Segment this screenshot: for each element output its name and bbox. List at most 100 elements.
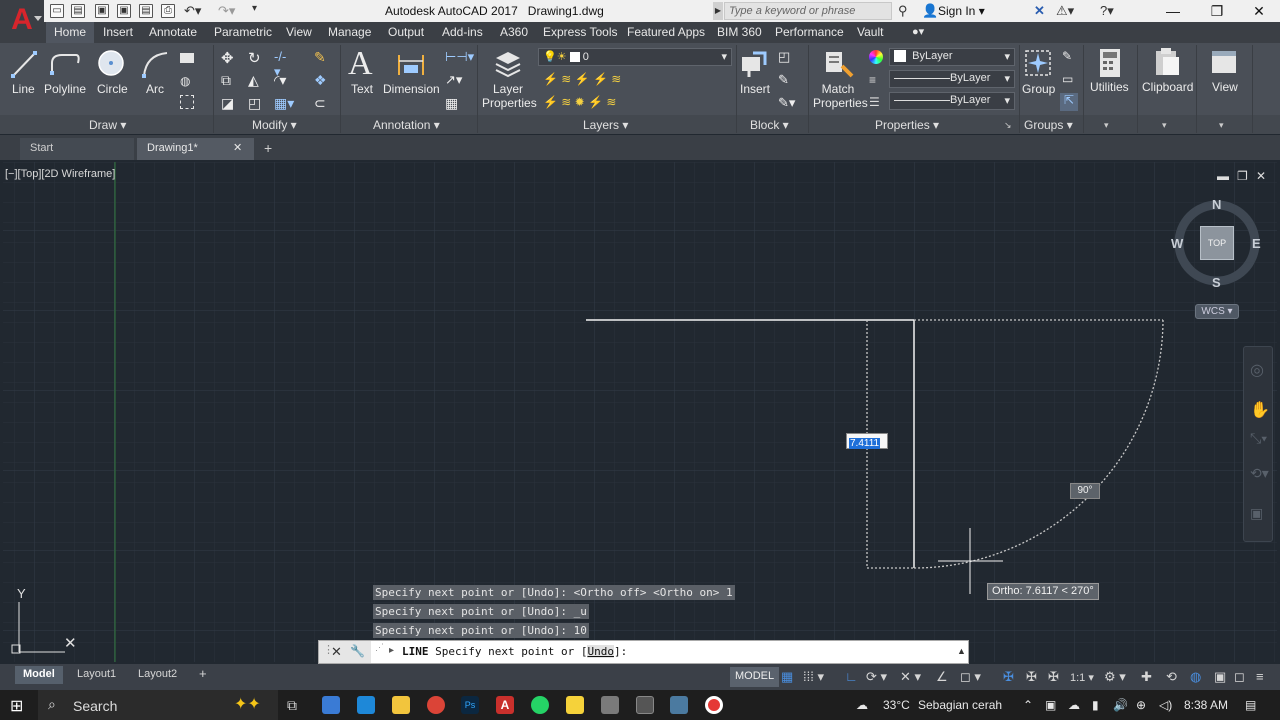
tab-performance[interactable]: Performance xyxy=(775,25,844,39)
utilities-button[interactable]: Utilities xyxy=(1090,80,1129,94)
object-snap-tracking-icon[interactable]: ∠ xyxy=(936,669,948,685)
group-select-icon[interactable]: ⇱ xyxy=(1060,93,1078,111)
arc-icon[interactable] xyxy=(140,49,170,79)
erase-icon[interactable]: ✎ xyxy=(314,49,328,65)
tab-featured-apps[interactable]: Featured Apps xyxy=(627,25,705,39)
zoom-extents-icon[interactable]: ⤡▾ xyxy=(1250,430,1267,447)
compass-west[interactable]: W xyxy=(1171,236,1183,251)
add-layout-icon[interactable]: + xyxy=(193,666,213,684)
match-properties-button[interactable]: Match Properties xyxy=(813,82,868,110)
group-button[interactable]: Group xyxy=(1022,82,1055,96)
command-history-toggle-icon[interactable]: ▲ xyxy=(957,646,966,656)
tab-addins[interactable]: Add-ins xyxy=(442,25,483,39)
dimension-button[interactable]: Dimension xyxy=(383,82,440,96)
open-web-icon[interactable]: ▤ xyxy=(139,4,153,18)
polar-toggle-icon[interactable]: ⟳ ▾ xyxy=(866,669,887,685)
compass-east[interactable]: E xyxy=(1252,236,1261,251)
tray-expand-icon[interactable]: ⌃ xyxy=(1023,698,1033,712)
layer-tools-row2-icon[interactable]: ⚡ ≋ ✹ ⚡ ≋ xyxy=(543,95,653,109)
fillet-icon[interactable]: ◜▾ xyxy=(274,72,288,88)
tab-output[interactable]: Output xyxy=(388,25,424,39)
scale-icon[interactable]: ◰ xyxy=(248,95,262,111)
circle-button[interactable]: Circle xyxy=(97,82,128,96)
notifications-icon[interactable]: ▤ xyxy=(1245,698,1256,712)
open-icon[interactable]: ▤ xyxy=(71,4,85,18)
wcs-menu[interactable]: WCS ▾ xyxy=(1195,304,1239,319)
search-expand-icon[interactable]: ▶ xyxy=(713,2,723,20)
tab-layout2[interactable]: Layout2 xyxy=(130,666,185,684)
tab-manage[interactable]: Manage xyxy=(328,25,371,39)
dimension-icon[interactable] xyxy=(396,51,426,77)
object-snap-icon[interactable]: ◻ ▾ xyxy=(960,669,981,685)
calculator-app-icon[interactable] xyxy=(636,696,654,714)
viewport-minimize-icon[interactable]: ▬ xyxy=(1217,169,1229,183)
remote-app-icon[interactable] xyxy=(670,696,688,714)
qa-dropdown-icon[interactable]: ▾ xyxy=(252,3,257,14)
orbit-icon[interactable]: ⟲▾ xyxy=(1250,465,1269,482)
trim-icon[interactable]: -/-▾ xyxy=(274,49,288,79)
viewport-controls[interactable]: [−][Top][2D Wireframe] xyxy=(5,168,115,180)
explode-icon[interactable]: ❖ xyxy=(314,72,328,88)
annotation-visibility-icon[interactable]: ✠ xyxy=(1003,669,1014,685)
rectangle-icon[interactable] xyxy=(180,53,194,63)
clipboard-button[interactable]: Clipboard xyxy=(1142,80,1193,94)
tab-bim360[interactable]: BIM 360 xyxy=(717,25,762,39)
view-button[interactable]: View xyxy=(1212,80,1238,94)
command-line[interactable]: ⋮ ✕ 🔧 ⋰ ▸ LINE Specify next point or [Un… xyxy=(318,640,969,664)
hatch-icon[interactable]: ◍ xyxy=(180,74,194,88)
line-button[interactable]: Line xyxy=(12,82,35,96)
close-tab-icon[interactable]: ✕ xyxy=(233,141,242,154)
help-icon[interactable]: ?▾ xyxy=(1100,3,1114,19)
mirror-icon[interactable]: ◭ xyxy=(248,72,262,88)
undo-option[interactable]: Undo xyxy=(587,645,614,658)
search-input[interactable]: Type a keyword or phrase xyxy=(724,2,892,20)
edit-block-icon[interactable]: ✎ xyxy=(778,72,792,87)
units-icon[interactable]: ⟲ xyxy=(1166,669,1177,685)
offset-icon[interactable]: ⊂ xyxy=(314,95,328,111)
new-icon[interactable]: ▭ xyxy=(50,4,64,18)
dynamic-length-input[interactable]: 7.4111 xyxy=(846,433,888,449)
maximize-button[interactable]: ❐ xyxy=(1194,0,1240,22)
command-prompt[interactable]: LINE Specify next point or [Undo]: xyxy=(402,645,627,658)
region-icon[interactable] xyxy=(180,95,194,109)
rotate-icon[interactable]: ↻ xyxy=(248,49,262,67)
app-icon[interactable] xyxy=(601,696,619,714)
clipboard-icon[interactable] xyxy=(1153,47,1181,77)
whatsapp-icon[interactable] xyxy=(531,696,549,714)
insert-button[interactable]: Insert xyxy=(740,82,770,96)
modify-panel-title[interactable]: Modify ▾ xyxy=(252,118,297,132)
tab-home[interactable]: Home xyxy=(54,25,86,39)
tray-app-icon[interactable]: ☁ xyxy=(1068,698,1080,712)
snap-toggle-icon[interactable]: ⁞⁞⁞ ▾ xyxy=(803,669,824,685)
create-block-icon[interactable]: ◰ xyxy=(778,49,792,64)
viewcube-top-face[interactable]: TOP xyxy=(1200,226,1234,260)
grid-toggle-icon[interactable]: ▦ xyxy=(781,669,793,685)
windows-start-icon[interactable]: ⊞ xyxy=(10,696,23,716)
volume-icon[interactable]: 🔊 xyxy=(1113,698,1128,712)
pan-hand-icon[interactable]: ✋ xyxy=(1250,400,1270,420)
model-space-toggle[interactable]: MODEL xyxy=(730,667,780,687)
weather-icon[interactable]: ☁ xyxy=(856,698,868,712)
mail-app-icon[interactable] xyxy=(357,696,375,714)
speaker-icon[interactable]: ◁) xyxy=(1159,698,1172,712)
circle-icon[interactable] xyxy=(96,48,126,78)
tab-a360[interactable]: A360 xyxy=(500,25,528,39)
viewport-restore-icon[interactable]: ❐ xyxy=(1237,169,1248,183)
clock[interactable]: 8:38 AM xyxy=(1184,698,1228,712)
redo-icon[interactable]: ↷▾ xyxy=(218,3,235,19)
match-properties-icon[interactable] xyxy=(822,48,854,80)
draw-panel-title[interactable]: Draw ▾ xyxy=(89,118,126,132)
layers-panel-title[interactable]: Layers ▾ xyxy=(583,118,628,132)
isodraft-icon[interactable]: ✕ ▾ xyxy=(900,669,921,685)
tab-model[interactable]: Model xyxy=(15,666,63,684)
copy-icon[interactable]: ⧉ xyxy=(221,72,235,88)
tab-express-tools[interactable]: Express Tools xyxy=(543,25,617,39)
file-explorer-icon[interactable] xyxy=(392,696,410,714)
view-dropdown-icon[interactable]: ▾ xyxy=(1219,120,1224,131)
text-button[interactable]: Text xyxy=(351,82,373,96)
undo-icon[interactable]: ↶▾ xyxy=(184,3,201,19)
clipboard-dropdown-icon[interactable]: ▾ xyxy=(1162,120,1167,131)
stretch-icon[interactable]: ◪ xyxy=(221,95,235,111)
block-panel-title[interactable]: Block ▾ xyxy=(750,118,789,132)
saveas-icon[interactable]: ▣ xyxy=(117,4,131,18)
